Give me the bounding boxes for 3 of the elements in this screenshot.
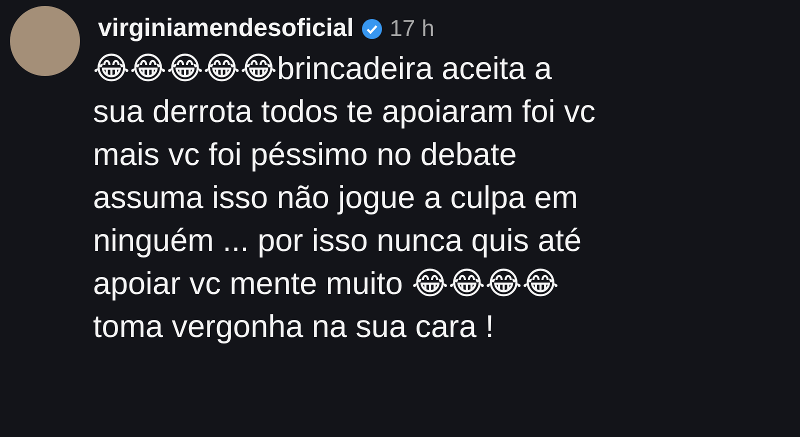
comment-text: 😂😂😂😂😂brincadeira aceita a sua derrota todos te apoiaram foi vc mais vc foi péssimo no debate assuma isso não jogue a culpa em ninguém ... por isso nunca quis até apoiar vc mente muito 😂😂😂😂 toma vergonha na sua cara ! bbox=[93, 49, 596, 346]
comment-time: 17 h bbox=[390, 15, 434, 42]
username[interactable]: virginiamendesoficial bbox=[98, 14, 354, 43]
